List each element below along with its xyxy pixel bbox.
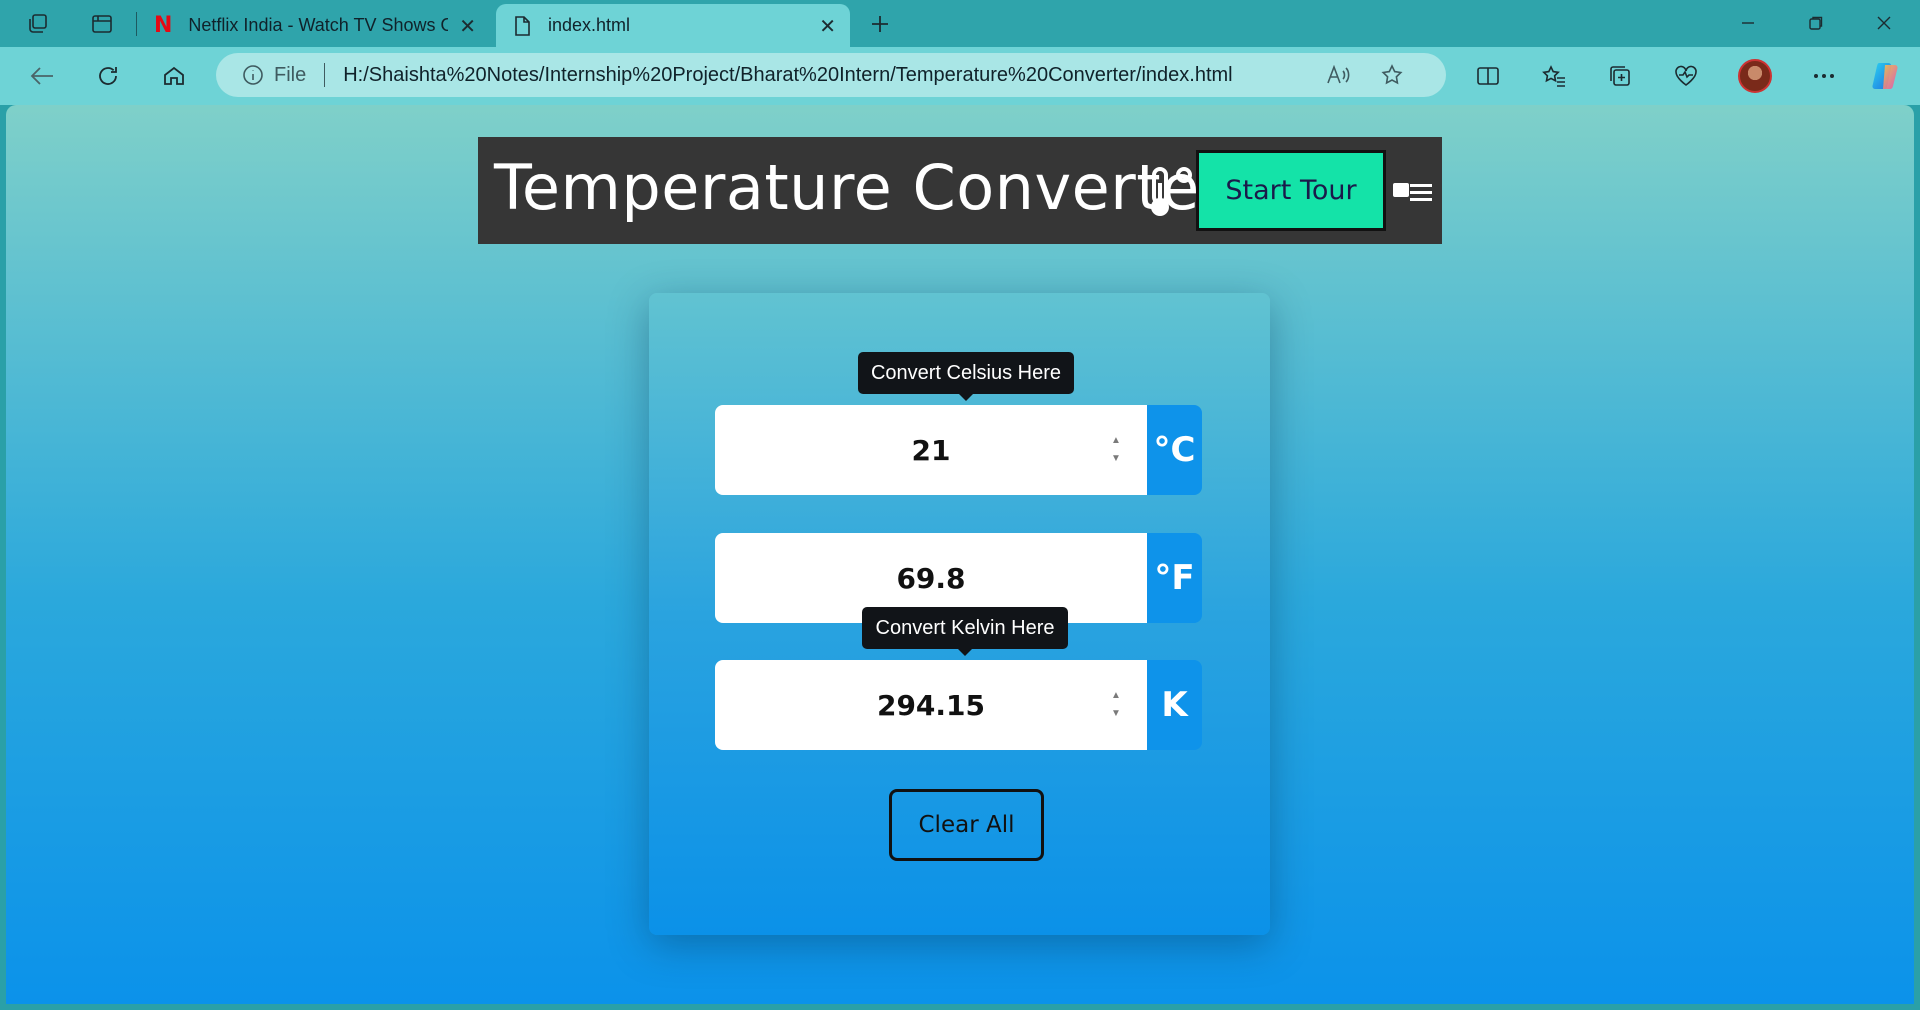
celsius-input[interactable]: 21: [715, 405, 1147, 495]
kelvin-unit-label: K: [1147, 660, 1202, 750]
page-title: Temperature Converter: [494, 151, 1226, 224]
celsius-stepper[interactable]: ▲ ▼: [1109, 435, 1123, 465]
tab-bar: N Netflix India - Watch TV Shows O ✕ ind…: [0, 0, 1920, 47]
address-bar[interactable]: File H:/Shaishta%20Notes/Internship%20Pr…: [216, 53, 1446, 97]
celsius-unit-label: °C: [1147, 405, 1202, 495]
kelvin-tooltip: Convert Kelvin Here: [862, 607, 1068, 656]
celsius-tooltip: Convert Celsius Here: [858, 352, 1074, 401]
scheme-label: File: [274, 63, 307, 86]
theme-toggle-menu-icon[interactable]: [1392, 181, 1434, 203]
stepper-down-icon[interactable]: ▼: [1111, 708, 1121, 720]
favorite-star-icon[interactable]: [1376, 61, 1408, 89]
close-icon[interactable]: ✕: [819, 14, 836, 39]
address-url[interactable]: H:/Shaishta%20Notes/Internship%20Project…: [343, 64, 1232, 87]
tab-actions-icon[interactable]: [84, 8, 120, 40]
workspaces-icon[interactable]: [20, 8, 56, 40]
start-tour-button[interactable]: Start Tour: [1196, 150, 1386, 231]
browser-essentials-icon[interactable]: [1666, 58, 1706, 94]
tab-separator: [136, 12, 137, 36]
refresh-icon[interactable]: [88, 58, 128, 94]
tab-netflix[interactable]: N Netflix India - Watch TV Shows O ✕: [140, 4, 490, 47]
netflix-icon: N: [154, 13, 173, 38]
app-header: Temperature Converter Start Tour: [478, 137, 1442, 244]
clear-all-button[interactable]: Clear All: [889, 789, 1044, 861]
kelvin-input[interactable]: 294.15: [715, 660, 1147, 750]
stepper-down-icon[interactable]: ▼: [1111, 453, 1121, 465]
copilot-icon[interactable]: [1866, 58, 1906, 94]
more-options-icon[interactable]: [1804, 58, 1844, 94]
kelvin-stepper[interactable]: ▲ ▼: [1109, 690, 1123, 720]
thermometer-icon: [1151, 167, 1192, 216]
favorites-icon[interactable]: [1534, 58, 1574, 94]
kelvin-field: 294.15 ▲ ▼ K: [715, 660, 1202, 750]
profile-avatar[interactable]: [1738, 59, 1772, 93]
file-icon: [515, 15, 530, 36]
converter-card: Convert Celsius Here 21 ▲ ▼ °C 69.8 °F C…: [649, 293, 1270, 935]
back-icon[interactable]: [22, 58, 62, 94]
page-viewport: Temperature Converter Start Tour Convert…: [6, 105, 1914, 1004]
address-separator: [324, 63, 326, 87]
tab-title: Netflix India - Watch TV Shows O: [188, 15, 449, 35]
home-icon[interactable]: [154, 58, 194, 94]
split-screen-icon[interactable]: [1468, 58, 1508, 94]
stepper-up-icon[interactable]: ▲: [1111, 690, 1121, 702]
fahrenheit-unit-label: °F: [1147, 533, 1202, 623]
collections-icon[interactable]: [1600, 58, 1640, 94]
restore-icon[interactable]: [1786, 6, 1846, 40]
navigation-bar: File H:/Shaishta%20Notes/Internship%20Pr…: [0, 47, 1920, 105]
info-icon[interactable]: [242, 64, 264, 86]
tab-title: index.html: [548, 15, 631, 35]
stepper-up-icon[interactable]: ▲: [1111, 435, 1121, 447]
tab-index-html[interactable]: index.html ✕: [496, 4, 850, 47]
new-tab-icon[interactable]: [862, 8, 898, 40]
read-aloud-icon[interactable]: [1322, 61, 1354, 89]
celsius-field: 21 ▲ ▼ °C: [715, 405, 1202, 495]
close-window-icon[interactable]: [1854, 6, 1914, 40]
close-icon[interactable]: ✕: [459, 14, 476, 39]
minimize-icon[interactable]: [1718, 6, 1778, 40]
